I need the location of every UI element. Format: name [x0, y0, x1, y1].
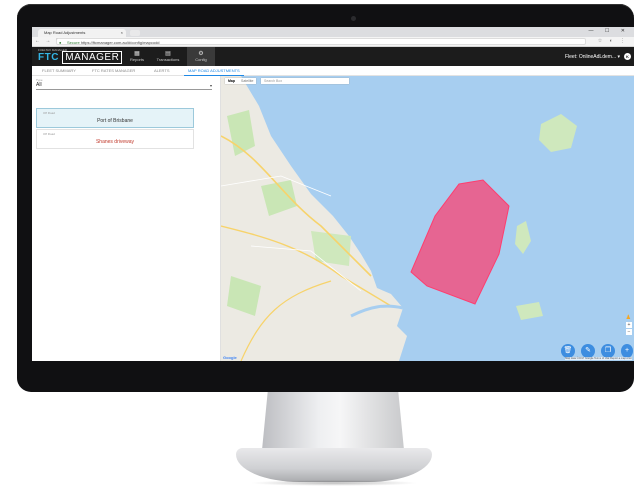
stand-shadow	[250, 480, 418, 486]
map-attribution[interactable]: Map data ©2017 Google Terms of Use Repor…	[565, 357, 632, 360]
brand-logo[interactable]: FTC MANAGER	[38, 51, 123, 64]
pencil-icon[interactable]: ✎	[581, 344, 595, 358]
nav-reports[interactable]: ▦ Reports	[124, 47, 150, 66]
nav-transactions[interactable]: ▤ Transactions	[152, 47, 184, 66]
reports-icon: ▦	[134, 51, 140, 57]
url-field[interactable]: ● Secure https://ftcmanager.com.au/#/con…	[56, 38, 586, 45]
type-select[interactable]: All ▾	[36, 82, 212, 90]
fleet-selector[interactable]: Fleet: OnlineAdLdem... ▾	[565, 54, 620, 60]
browser-tab[interactable]: Map Road Adjustments ×	[38, 29, 126, 37]
nav-config[interactable]: ⚙ Config	[187, 47, 215, 66]
zoom-in-button[interactable]: +	[626, 322, 632, 328]
tab-ftc-rates-manager[interactable]: FTC RATES MANAGER	[92, 66, 135, 75]
secure-label: Secure	[67, 40, 80, 45]
avatar[interactable]: K	[624, 53, 631, 60]
map-type-toggle[interactable]: Map Satellite	[225, 78, 257, 84]
app-header: FUELTAX MANAGER FTC MANAGER ▦ Reports ▤ …	[32, 47, 634, 66]
trash-icon[interactable]: 🗑	[561, 344, 575, 358]
map-toggle-satellite[interactable]: Satellite	[238, 79, 256, 83]
nav-reports-label: Reports	[129, 57, 144, 62]
list-item[interactable]: Off Road Shanes driveway	[36, 129, 194, 149]
chevron-down-icon: ▾	[209, 83, 212, 88]
pegman-icon[interactable]: ♟	[626, 314, 631, 321]
list-item-name: Port of Brisbane	[97, 118, 133, 124]
map-canvas[interactable]	[221, 76, 634, 361]
address-bar-row: ← → C ● Secure https://ftcmanager.com.au…	[32, 37, 634, 47]
new-tab-button[interactable]	[130, 30, 140, 36]
brand-ftc: FTC	[38, 52, 59, 63]
nav-config-label: Config	[195, 57, 207, 62]
sub-nav: FLEET SUMMARY FTC RATES MANAGER ALERTS M…	[32, 66, 634, 76]
monitor-stand-base	[236, 448, 432, 482]
adjustments-panel: Type All ▾ Off Road Port of Brisbane Off…	[32, 76, 221, 361]
google-logo: Google	[223, 355, 237, 360]
url-text: https://ftcmanager.com.au/#/config/mapco…	[80, 40, 160, 45]
lock-icon: ●	[59, 40, 62, 45]
tab-close-icon[interactable]: ×	[121, 29, 123, 37]
tab-alerts[interactable]: ALERTS	[154, 66, 170, 75]
plus-icon[interactable]: +	[621, 344, 633, 358]
tab-fleet-summary[interactable]: FLEET SUMMARY	[42, 66, 76, 75]
map-toggle-map[interactable]: Map	[225, 79, 238, 83]
tab-map-road-adjustments[interactable]: MAP ROAD ADJUSTMENTS	[184, 66, 244, 76]
tab-title: Map Road Adjustments	[44, 30, 86, 35]
camera-dot	[351, 16, 356, 21]
map-search-input[interactable]: Search Box	[261, 78, 349, 84]
zoom-out-button[interactable]: −	[626, 329, 632, 335]
list-item-name: Shanes driveway	[95, 139, 135, 145]
copy-icon[interactable]: ❐	[601, 344, 615, 358]
window-controls[interactable]: — ☐ ✕	[589, 28, 630, 34]
browser-action-icons[interactable]: ☆ ◐ ⋮	[598, 38, 628, 44]
type-select-value: All	[36, 82, 42, 88]
transactions-icon: ▤	[165, 51, 171, 57]
list-item[interactable]: Off Road Port of Brisbane	[36, 108, 194, 128]
nav-transactions-label: Transactions	[156, 57, 180, 62]
config-gear-icon: ⚙	[198, 51, 204, 57]
monitor-stand-neck	[262, 392, 404, 450]
screen: Map Road Adjustments × — ☐ ✕ ← → C ● Sec…	[32, 27, 634, 361]
list-item-type: Off Road	[43, 111, 55, 115]
brand-manager: MANAGER	[62, 51, 123, 64]
list-item-type: Off Road	[43, 132, 55, 136]
map-view[interactable]: Map Satellite Search Box 🗑 ✎ ❐ + ♟ + − Go…	[221, 76, 634, 361]
browser-tab-bar: Map Road Adjustments × — ☐ ✕	[32, 27, 634, 37]
